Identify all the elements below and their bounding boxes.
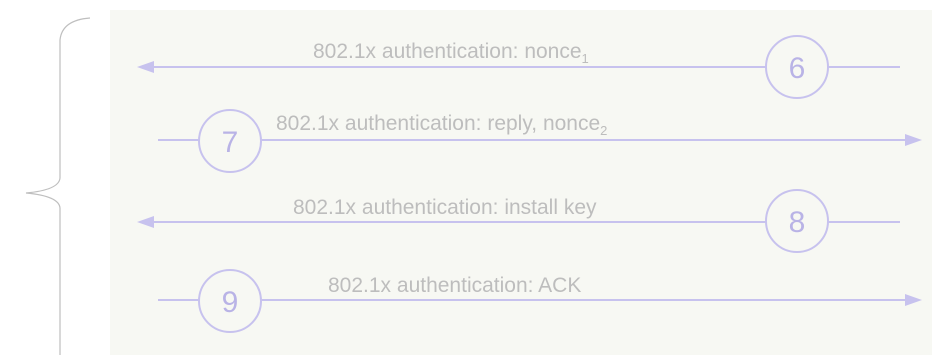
step-9-number: 9 bbox=[222, 286, 239, 319]
step-8-number: 8 bbox=[789, 206, 806, 239]
message-7-label-subscript: 2 bbox=[600, 123, 607, 138]
message-8-label: 802.1x authentication: install key bbox=[293, 196, 597, 219]
message-7-label-text: 802.1x authentication: reply, nonce bbox=[276, 112, 600, 135]
message-6-label-text: 802.1x authentication: nonce bbox=[313, 40, 582, 63]
message-7-label: 802.1x authentication: reply, nonce2 bbox=[276, 112, 607, 138]
message-6-label-subscript: 1 bbox=[582, 51, 589, 66]
grouping-brace bbox=[25, 17, 91, 355]
step-6-number: 6 bbox=[789, 52, 806, 85]
message-6-label: 802.1x authentication: nonce1 bbox=[313, 40, 589, 66]
handshake-diagram: 6 802.1x authentication: nonce1 7 802.1x… bbox=[25, 10, 932, 355]
message-9-label: 802.1x authentication: ACK bbox=[328, 274, 581, 297]
step-7-number: 7 bbox=[222, 126, 239, 159]
